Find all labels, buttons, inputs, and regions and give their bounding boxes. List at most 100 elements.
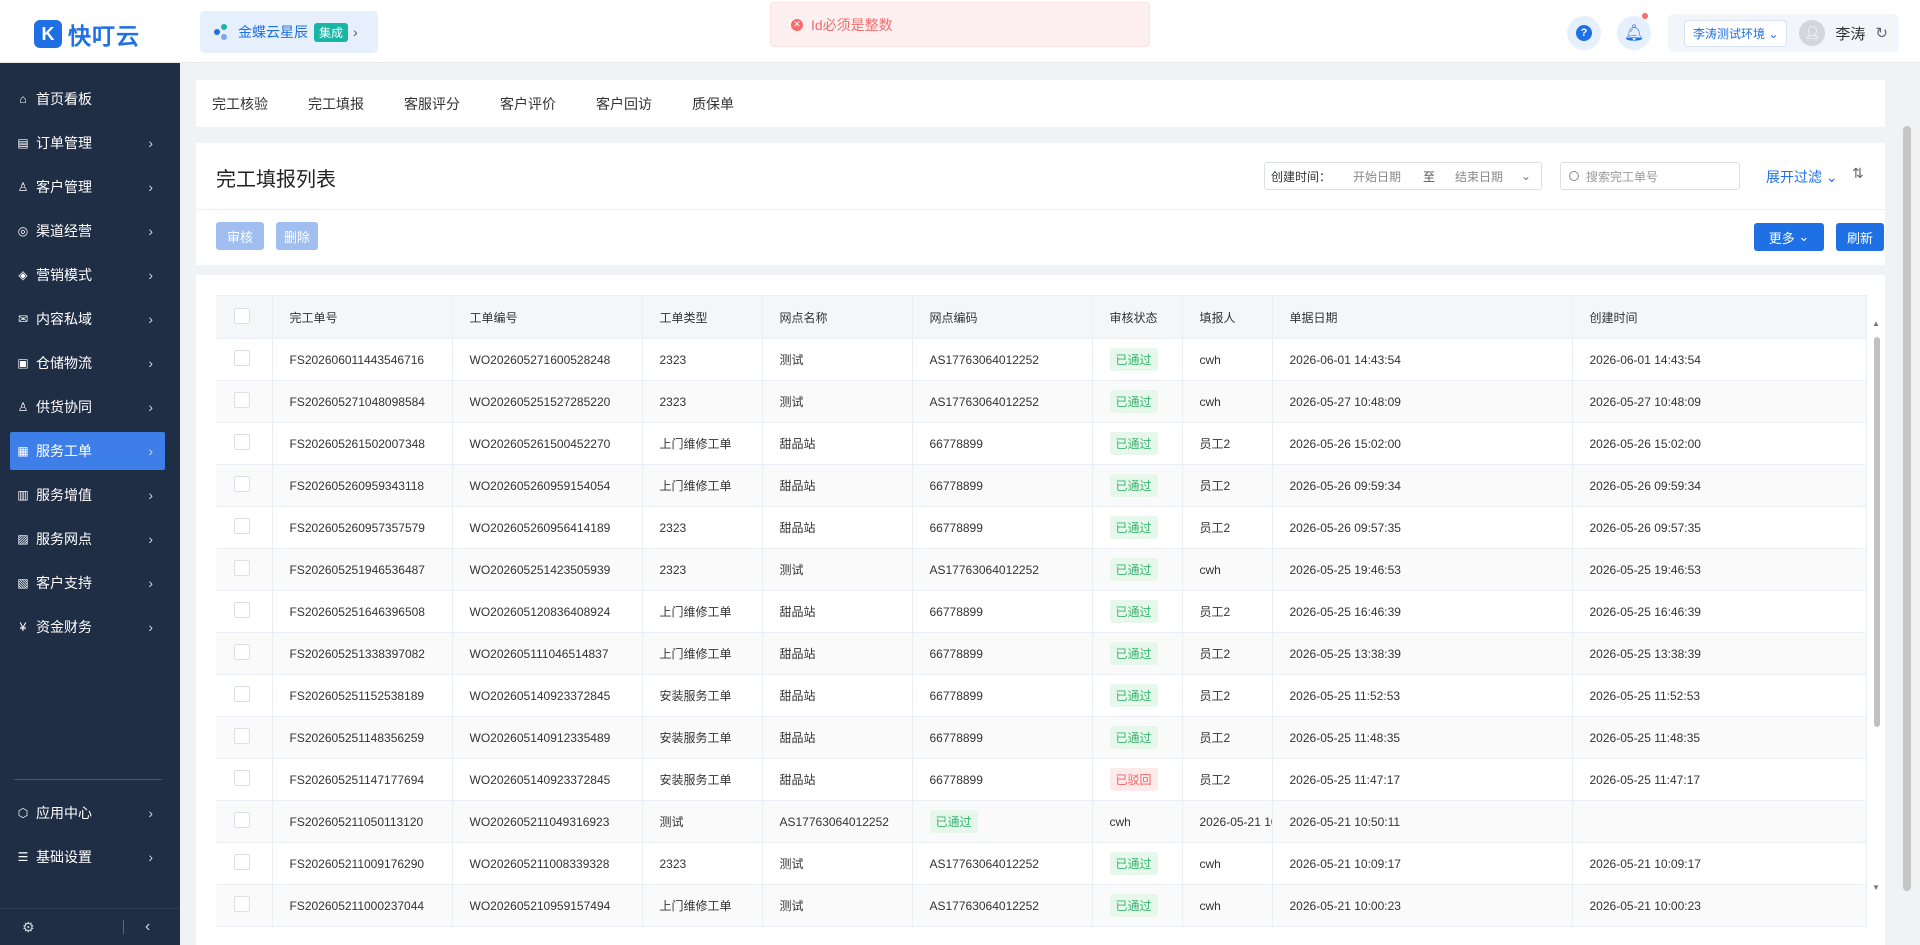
table-cell: 已通过	[1092, 380, 1183, 423]
refresh-button[interactable]: 刷新	[1836, 223, 1884, 251]
search-input[interactable]: 搜索完工单号	[1560, 162, 1740, 190]
delete-button[interactable]: 删除	[276, 222, 318, 250]
table-row[interactable]: FS202605251152538189 WO202605140923372845…	[216, 674, 1867, 717]
column-header[interactable]: 网点名称	[762, 295, 913, 339]
page-scrollbar-thumb[interactable]	[1903, 126, 1911, 891]
table-row[interactable]: FS202605251147177694 WO202605140923372845…	[216, 758, 1867, 801]
table-row[interactable]: FS202605251148356259 WO202605140912335489…	[216, 716, 1867, 759]
audit-button[interactable]: 审核	[216, 222, 264, 250]
tab-item[interactable]: 质保单	[692, 94, 734, 114]
table-row[interactable]: FS202605260957357579 WO202605260956414189…	[216, 506, 1867, 549]
sidebar-footer: ⚙ ‹	[0, 908, 180, 945]
help-button[interactable]: ?	[1567, 16, 1601, 50]
table-cell: 2026-05-25 16:46:39	[1572, 590, 1867, 633]
sidebar-item-label: 订单管理	[36, 135, 92, 151]
row-checkbox[interactable]	[234, 728, 250, 744]
settings-icon[interactable]: ⚙	[22, 919, 35, 936]
table-row[interactable]: FS202605211050113120 WO202605211049316923…	[216, 800, 1867, 843]
table-row[interactable]: FS202605260959343118 WO202605260959154054…	[216, 464, 1867, 507]
row-checkbox[interactable]	[234, 602, 250, 618]
refresh-icon[interactable]: ↻	[1875, 24, 1888, 42]
status-badge: 已通过	[1109, 474, 1158, 497]
sidebar-item-icon: ▨	[17, 532, 29, 546]
page-scrollbar[interactable]	[1900, 126, 1914, 891]
table-row[interactable]: FS202605211009176290 WO202605211008339328…	[216, 842, 1867, 885]
table-row[interactable]: FS202606011443546716 WO202605271600528248…	[216, 338, 1867, 381]
sidebar-item[interactable]: ⬡ 应用中心 ›	[10, 794, 165, 832]
environment-select[interactable]: 李涛测试环境 ⌄	[1684, 19, 1788, 47]
tab-item[interactable]: 完工填报	[308, 94, 364, 114]
table-row[interactable]: FS202605251946536487 WO202605251423505939…	[216, 548, 1867, 591]
row-checkbox[interactable]	[234, 350, 250, 366]
column-header[interactable]: 审核状态	[1092, 295, 1183, 339]
scrollbar-thumb[interactable]	[1874, 337, 1880, 727]
tab-item[interactable]: 完工核验	[212, 94, 268, 114]
table-cell: 员工2	[1182, 674, 1273, 717]
tab-item[interactable]: 客户回访	[596, 94, 652, 114]
table-scrollbar[interactable]: ▲ ▼	[1872, 315, 1882, 895]
sidebar-item[interactable]: ¥ 资金财务 ›	[10, 608, 165, 646]
sidebar-item[interactable]: ☰ 基础设置 ›	[10, 838, 165, 876]
tab-item[interactable]: 客服评分	[404, 94, 460, 114]
more-button[interactable]: 更多 ⌄	[1754, 223, 1824, 251]
row-checkbox[interactable]	[234, 392, 250, 408]
sort-icon[interactable]: ⇅	[1852, 165, 1864, 182]
table-cell: FS202605251152538189	[272, 674, 453, 717]
table-cell: WO202605260956414189	[452, 506, 643, 549]
table-row[interactable]: FS202605251646396508 WO202605120836408924…	[216, 590, 1867, 633]
sidebar-item[interactable]: ⌂ 首页看板	[10, 80, 165, 118]
row-checkbox[interactable]	[234, 812, 250, 828]
sidebar-item[interactable]: ▣ 仓储物流 ›	[10, 344, 165, 382]
sidebar-item[interactable]: ✉ 内容私域 ›	[10, 300, 165, 338]
column-header[interactable]: 工单编号	[452, 295, 643, 339]
table-cell: 2026-05-25 13:38:39	[1272, 632, 1573, 675]
table-cell: 2026-05-21 10:09:17	[1272, 842, 1573, 885]
list-header: 完工填报列表 创建时间： 开始日期 至 结束日期 ⌄ 搜索完工单号 展开过滤 ⌄…	[196, 143, 1885, 265]
end-date-input[interactable]: 结束日期	[1455, 168, 1503, 185]
sidebar-item[interactable]: ◎ 渠道经营 ›	[10, 212, 165, 250]
table-row[interactable]: FS202605271048098584 WO202605251527285220…	[216, 380, 1867, 423]
row-checkbox[interactable]	[234, 434, 250, 450]
table-row[interactable]: FS202605251338397082 WO202605111046514837…	[216, 632, 1867, 675]
row-checkbox[interactable]	[234, 644, 250, 660]
row-checkbox[interactable]	[234, 686, 250, 702]
column-header[interactable]: 单据日期	[1272, 295, 1573, 339]
tab-item[interactable]: 客户评价	[500, 94, 556, 114]
row-checkbox[interactable]	[234, 896, 250, 912]
scroll-up-icon[interactable]: ▲	[1872, 319, 1880, 328]
scroll-down-icon[interactable]: ▼	[1872, 883, 1880, 892]
avatar[interactable]: 👤︎	[1799, 20, 1826, 46]
chevron-right-icon: ›	[148, 619, 153, 635]
expand-filter-button[interactable]: 展开过滤 ⌄	[1766, 167, 1838, 187]
collapse-sidebar-icon[interactable]: ‹	[145, 918, 150, 936]
date-range-picker[interactable]: 创建时间： 开始日期 至 结束日期 ⌄	[1264, 162, 1542, 190]
table-row[interactable]: FS202605261502007348 WO202605261500452270…	[216, 422, 1867, 465]
row-checkbox[interactable]	[234, 560, 250, 576]
column-header[interactable]: 网点编码	[912, 295, 1093, 339]
sidebar-item[interactable]: ▥ 服务增值 ›	[10, 476, 165, 514]
row-checkbox[interactable]	[234, 770, 250, 786]
row-checkbox[interactable]	[234, 476, 250, 492]
integration-switch[interactable]: 金蝶云星辰 集成 ›	[200, 11, 378, 53]
table-row[interactable]: FS202605211000237044 WO202605210959157494…	[216, 884, 1867, 927]
column-header[interactable]: 填报人	[1182, 295, 1273, 339]
column-header[interactable]: 完工单号	[272, 295, 453, 339]
sidebar-item[interactable]: ▤ 订单管理 ›	[10, 124, 165, 162]
sidebar-item[interactable]: ▦ 服务工单 ›	[10, 432, 165, 470]
row-checkbox[interactable]	[234, 518, 250, 534]
table-cell: WO202605211008339328	[452, 842, 643, 885]
sidebar-item[interactable]: ▧ 客户支持 ›	[10, 564, 165, 602]
select-all-checkbox[interactable]	[234, 307, 250, 324]
notification-button[interactable]: 🔔︎	[1617, 13, 1651, 50]
app-logo[interactable]: K 快叮云	[34, 17, 140, 51]
sidebar-item[interactable]: ♙ 供货协同 ›	[10, 388, 165, 426]
column-header[interactable]: 创建时间	[1572, 295, 1867, 339]
row-checkbox[interactable]	[234, 854, 250, 870]
sidebar-item[interactable]: ♙ 客户管理 ›	[10, 168, 165, 206]
table-cell: 甜品站	[762, 632, 913, 675]
column-header[interactable]: 工单类型	[642, 295, 763, 339]
start-date-input[interactable]: 开始日期	[1353, 168, 1401, 185]
user-name[interactable]: 李涛	[1835, 23, 1865, 44]
sidebar-item[interactable]: ◈ 营销模式 ›	[10, 256, 165, 294]
sidebar-item[interactable]: ▨ 服务网点 ›	[10, 520, 165, 558]
